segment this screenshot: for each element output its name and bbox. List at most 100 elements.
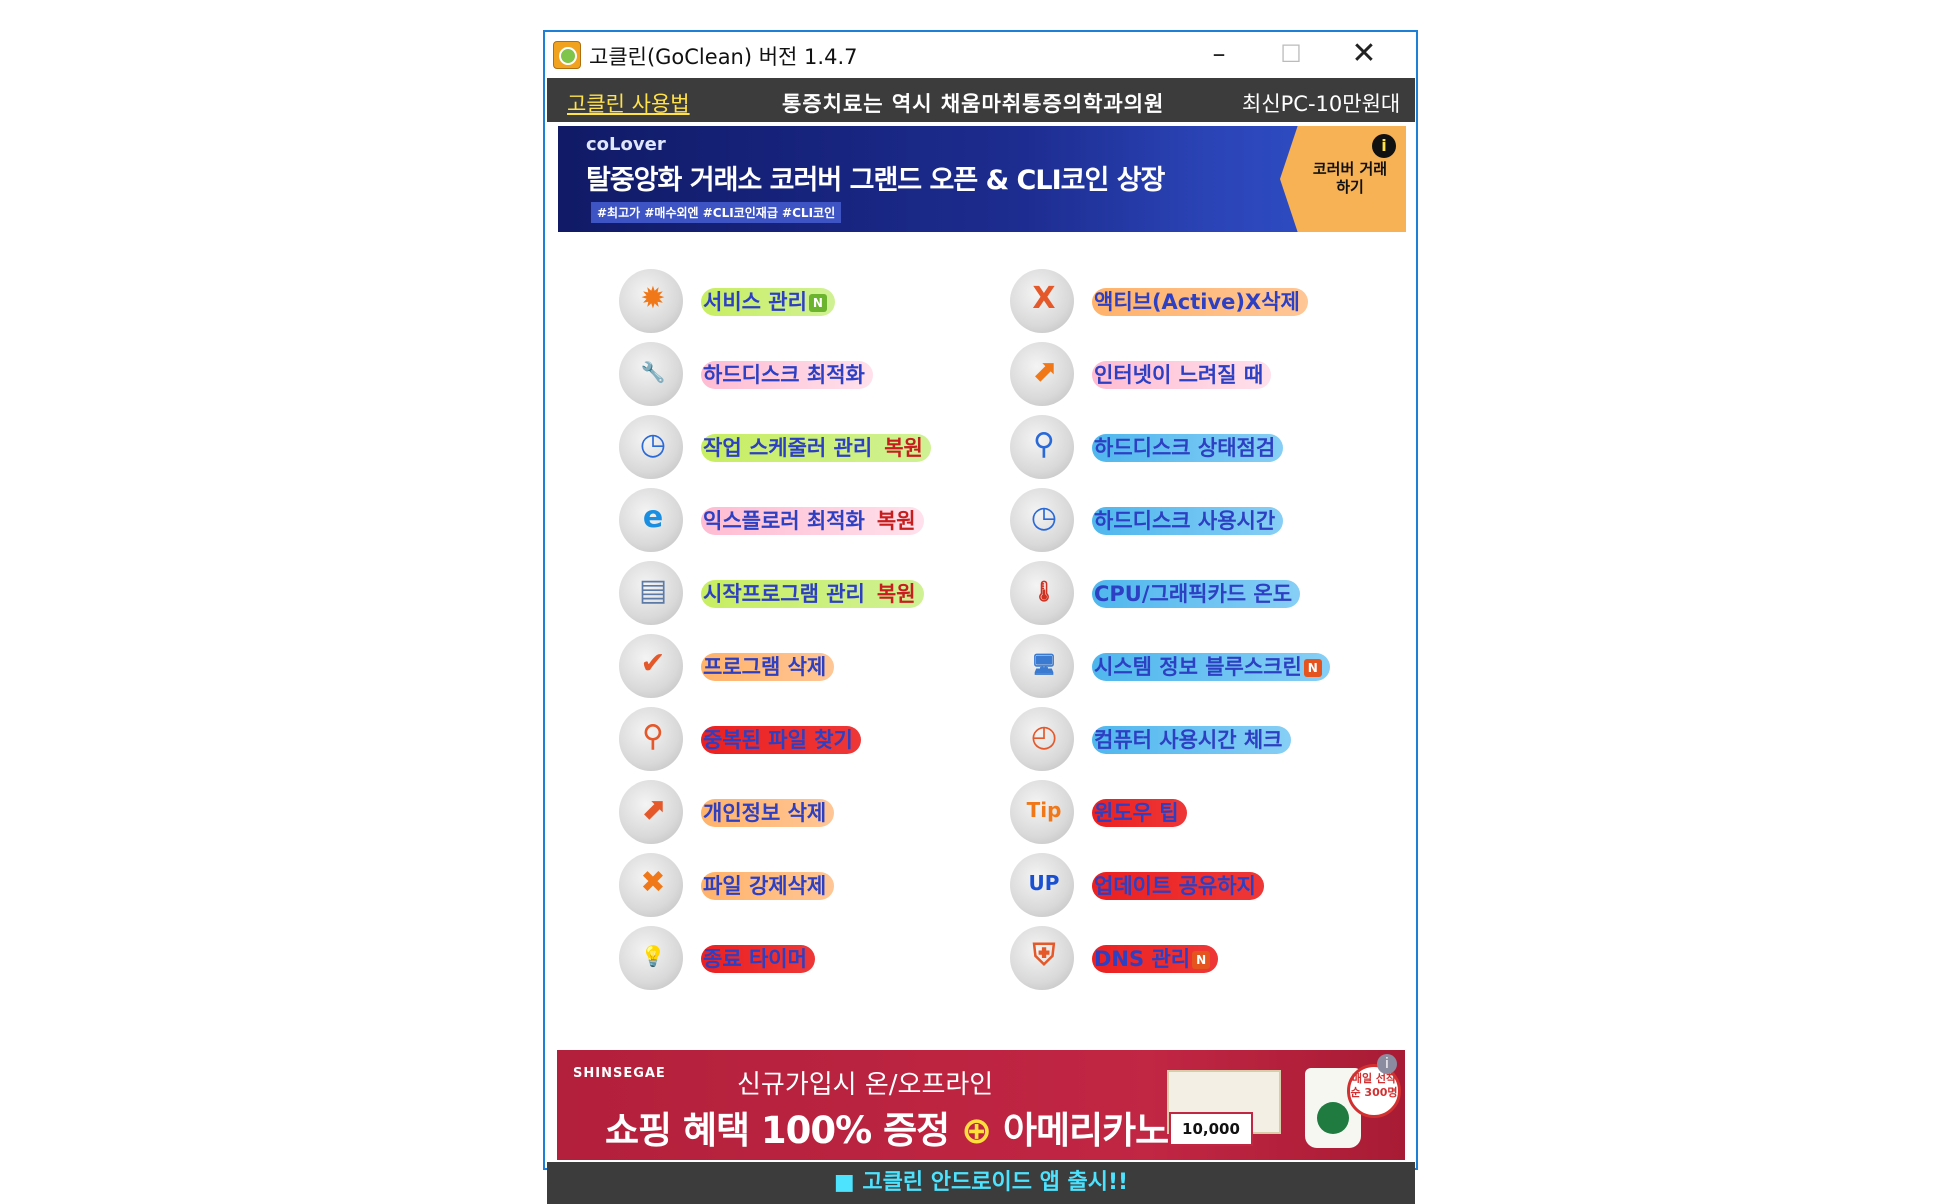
new-badge: N [1192, 951, 1211, 969]
shield-icon-glyph: ⛨ [1032, 938, 1056, 973]
menu-item-right-6[interactable]: ◴ 컴퓨터 사용시간 체크 [1010, 707, 1350, 771]
gear-icon-glyph: ✹ [640, 281, 666, 316]
menu-item-text: 프로그램 삭제 [703, 655, 827, 679]
disk-clock-icon-glyph: ◷ [1030, 500, 1058, 535]
menu-item-right-4[interactable]: 🌡 CPU/그래픽카드 온도 [1010, 561, 1350, 625]
sleep-bulb-icon-glyph: 💡 [640, 944, 666, 968]
menu-item-label: 하드디스크 사용시간 [1092, 507, 1284, 535]
menu-item-label: 액티브(Active)X삭제 [1092, 288, 1308, 316]
menu-item-right-1[interactable]: ⬈ 인터넷이 느려질 때 [1010, 342, 1350, 406]
bottom-ad-banner[interactable]: SHINSEGAE 신규가입시 온/오프라인 쇼핑 혜택 100% 증정 ⊕ 아… [557, 1050, 1405, 1160]
banner-cta-label: 코러버 거래하기 [1312, 160, 1388, 196]
menu-item-label: 종료 타이머 [701, 945, 815, 973]
tip-icon: Tip [1010, 780, 1074, 844]
scheduler-clock-icon-glyph: ◷ [639, 427, 667, 462]
menu-item-text: 익스플로러 최적화 [703, 509, 865, 533]
menu-item-right-2[interactable]: ⚲ 하드디스크 상태점검 [1010, 415, 1350, 479]
menu-item-text: 시작프로그램 관리 [703, 582, 865, 606]
menu-item-left-0[interactable]: ✹ 서비스 관리 N [619, 269, 959, 333]
menu-item-left-2[interactable]: ◷ 작업 스케줄러 관리 복원 [619, 415, 959, 479]
menu-item-text: 작업 스케줄러 관리 [703, 436, 873, 460]
info-icon[interactable]: i [1377, 1054, 1397, 1074]
activex-icon-glyph: X [1032, 281, 1056, 316]
menu-item-text: CPU/그래픽카드 온도 [1094, 582, 1293, 606]
menu-item-left-6[interactable]: ⚲ 중복된 파일 찾기 [619, 707, 959, 771]
new-badge: N [808, 294, 827, 312]
clock-icon-glyph: ◴ [1030, 719, 1058, 754]
menu-item-text: 하드디스크 최적화 [703, 363, 865, 387]
menu-item-right-8[interactable]: UP 업데이트 공유하지 [1010, 853, 1350, 917]
menu-item-label: 하드디스크 상태점검 [1092, 434, 1284, 462]
app-window: 고클린(GoClean) 버전 1.4.7 – ☐ ✕ 고클린 사용법 통증치료… [543, 30, 1418, 1204]
program-check-icon-glyph: ✔ [640, 646, 666, 681]
delete-x-icon: ✖ [619, 853, 683, 917]
banner-line2-text: 쇼핑 혜택 100% 증정 [605, 1109, 950, 1152]
menu-item-label: 하드디스크 최적화 [701, 361, 873, 389]
menu-item-label: 윈도우 팁 [1092, 799, 1187, 827]
pc-ad-link[interactable]: 최신PC-10만원대 [1242, 88, 1400, 118]
computer-icon-glyph: 🖥 [1031, 652, 1057, 676]
menu-item-label: 시스템 정보 블루스크린 N [1092, 653, 1330, 681]
new-badge: N [1303, 659, 1322, 677]
menu-item-right-7[interactable]: Tip 윈도우 팁 [1010, 780, 1350, 844]
howto-link[interactable]: 고클린 사용법 [567, 88, 690, 118]
menu-item-label: 개인정보 삭제 [701, 799, 835, 827]
menu-item-text: 하드디스크 상태점검 [1094, 436, 1276, 460]
info-icon[interactable]: i [1372, 134, 1396, 158]
shield-icon: ⛨ [1010, 926, 1074, 990]
privacy-arrow-icon: ⬈ [619, 780, 683, 844]
menu-item-label: 컴퓨터 사용시간 체크 [1092, 726, 1291, 754]
menu-item-right-3[interactable]: ◷ 하드디스크 사용시간 [1010, 488, 1350, 552]
menu-item-left-9[interactable]: 💡 종료 타이머 [619, 926, 959, 990]
menu-item-left-3[interactable]: e 익스플로러 최적화 복원 [619, 488, 959, 552]
computer-icon: 🖥 [1010, 634, 1074, 698]
restore-link[interactable]: 복원 [877, 509, 916, 533]
menu-item-label: 익스플로러 최적화 복원 [701, 507, 924, 535]
gear-icon: ✹ [619, 269, 683, 333]
menu-item-right-0[interactable]: X 액티브(Active)X삭제 [1010, 269, 1350, 333]
minimize-button[interactable]: – [1185, 32, 1253, 76]
android-app-notice[interactable]: ■ 고클린 안드로이드 앱 출시!! [547, 1162, 1415, 1204]
thermometer-icon: 🌡 [1010, 561, 1074, 625]
menu-item-label: 시작프로그램 관리 복원 [701, 580, 924, 608]
internet-arrow-icon-glyph: ⬈ [1031, 354, 1057, 389]
menu-item-label: 중복된 파일 찾기 [701, 726, 861, 754]
restore-link[interactable]: 복원 [877, 582, 916, 606]
close-button[interactable]: ✕ [1330, 32, 1398, 76]
menu-item-left-4[interactable]: ▤ 시작프로그램 관리 복원 [619, 561, 959, 625]
menu-item-text: 시스템 정보 블루스크린 [1094, 655, 1302, 679]
menu-item-left-5[interactable]: ✔ 프로그램 삭제 [619, 634, 959, 698]
restore-link[interactable]: 복원 [884, 436, 923, 460]
banner-brand: coLover [586, 134, 666, 155]
top-ad-banner[interactable]: coLover 탈중앙화 거래소 코러버 그랜드 오픈 & CLI코인 상장 #… [558, 126, 1406, 232]
menu-item-label: 업데이트 공유하지 [1092, 872, 1264, 900]
menu-item-label: 작업 스케줄러 관리 복원 [701, 434, 931, 462]
menu-item-text: 윈도우 팁 [1094, 801, 1179, 825]
coupon-value: 10,000 [1169, 1112, 1253, 1146]
banner-brand: SHINSEGAE [573, 1066, 666, 1081]
update-up-icon-glyph: UP [1028, 871, 1060, 895]
menu-item-left-7[interactable]: ⬈ 개인정보 삭제 [619, 780, 959, 844]
banner-line2-product: 아메리카노 [1003, 1109, 1169, 1152]
top-link-bar: 고클린 사용법 통증치료는 역시 채움마취통증의학과의원 최신PC-10만원대 [547, 78, 1415, 122]
menu-item-label: CPU/그래픽카드 온도 [1092, 580, 1301, 608]
text-ad-link[interactable]: 통증치료는 역시 채움마취통증의학과의원 [782, 88, 1164, 118]
menu-item-text: 중복된 파일 찾기 [703, 728, 853, 752]
tip-icon-glyph: Tip [1026, 798, 1062, 822]
wrench-disk-icon-glyph: 🔧 [640, 360, 666, 384]
menu-item-right-9[interactable]: ⛨ DNS 관리 N [1010, 926, 1350, 990]
banner-line2: 쇼핑 혜택 100% 증정 ⊕ 아메리카노 [605, 1100, 1169, 1154]
sleep-bulb-icon: 💡 [619, 926, 683, 990]
internet-explorer-icon-glyph: e [642, 500, 664, 535]
banner-line1: 신규가입시 온/오프라인 [737, 1070, 994, 1100]
maximize-button[interactable]: ☐ [1257, 32, 1325, 76]
menu-item-left-8[interactable]: ✖ 파일 강제삭제 [619, 853, 959, 917]
menu-item-text: 액티브(Active)X삭제 [1094, 290, 1300, 314]
menu-item-label: 서비스 관리 N [701, 288, 835, 316]
menu-item-left-1[interactable]: 🔧 하드디스크 최적화 [619, 342, 959, 406]
magnifier-icon-glyph: ⚲ [642, 719, 664, 754]
thermometer-icon-glyph: 🌡 [1031, 579, 1057, 603]
menu-item-right-5[interactable]: 🖥 시스템 정보 블루스크린 N [1010, 634, 1350, 698]
scheduler-clock-icon: ◷ [619, 415, 683, 479]
privacy-arrow-icon-glyph: ⬈ [640, 792, 666, 827]
